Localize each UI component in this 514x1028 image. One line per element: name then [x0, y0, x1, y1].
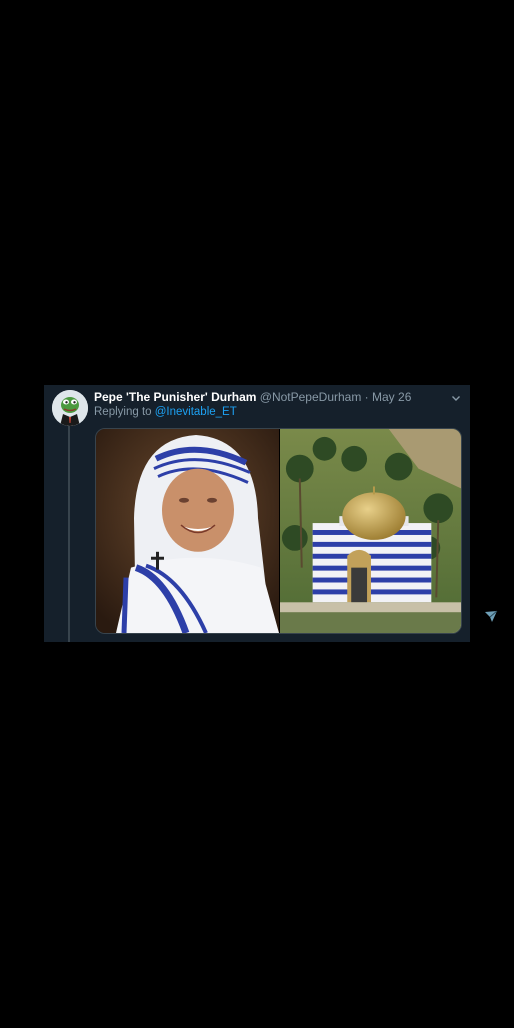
- more-options-button[interactable]: [450, 391, 462, 403]
- media-photo-temple[interactable]: [280, 429, 461, 633]
- display-name[interactable]: Pepe 'The Punisher' Durham: [94, 390, 256, 404]
- island-temple-image: [280, 429, 461, 633]
- paper-plane-glyph: [485, 610, 498, 622]
- tweet-card[interactable]: Pepe 'The Punisher' Durham @NotPepeDurha…: [44, 385, 470, 642]
- user-avatar[interactable]: [52, 390, 88, 426]
- separator-dot: ·: [364, 390, 369, 404]
- pepe-avatar-icon: [52, 390, 88, 426]
- replying-to-prefix: Replying to: [94, 406, 152, 418]
- user-handle[interactable]: @NotPepeDurham: [260, 390, 362, 404]
- chevron-down-icon: [452, 396, 460, 401]
- tweet-media: [95, 428, 462, 634]
- paper-plane-icon[interactable]: [484, 609, 498, 623]
- thread-connector-line: [68, 425, 70, 642]
- reply-handle-link[interactable]: @Inevitable_ET: [155, 406, 237, 418]
- media-photo-nun[interactable]: [96, 429, 280, 633]
- tweet-header: Pepe 'The Punisher' Durham @NotPepeDurha…: [94, 390, 411, 405]
- tweet-date[interactable]: May 26: [372, 390, 411, 404]
- nun-portrait-image: [96, 429, 279, 633]
- replying-to: Replying to @Inevitable_ET: [94, 405, 237, 420]
